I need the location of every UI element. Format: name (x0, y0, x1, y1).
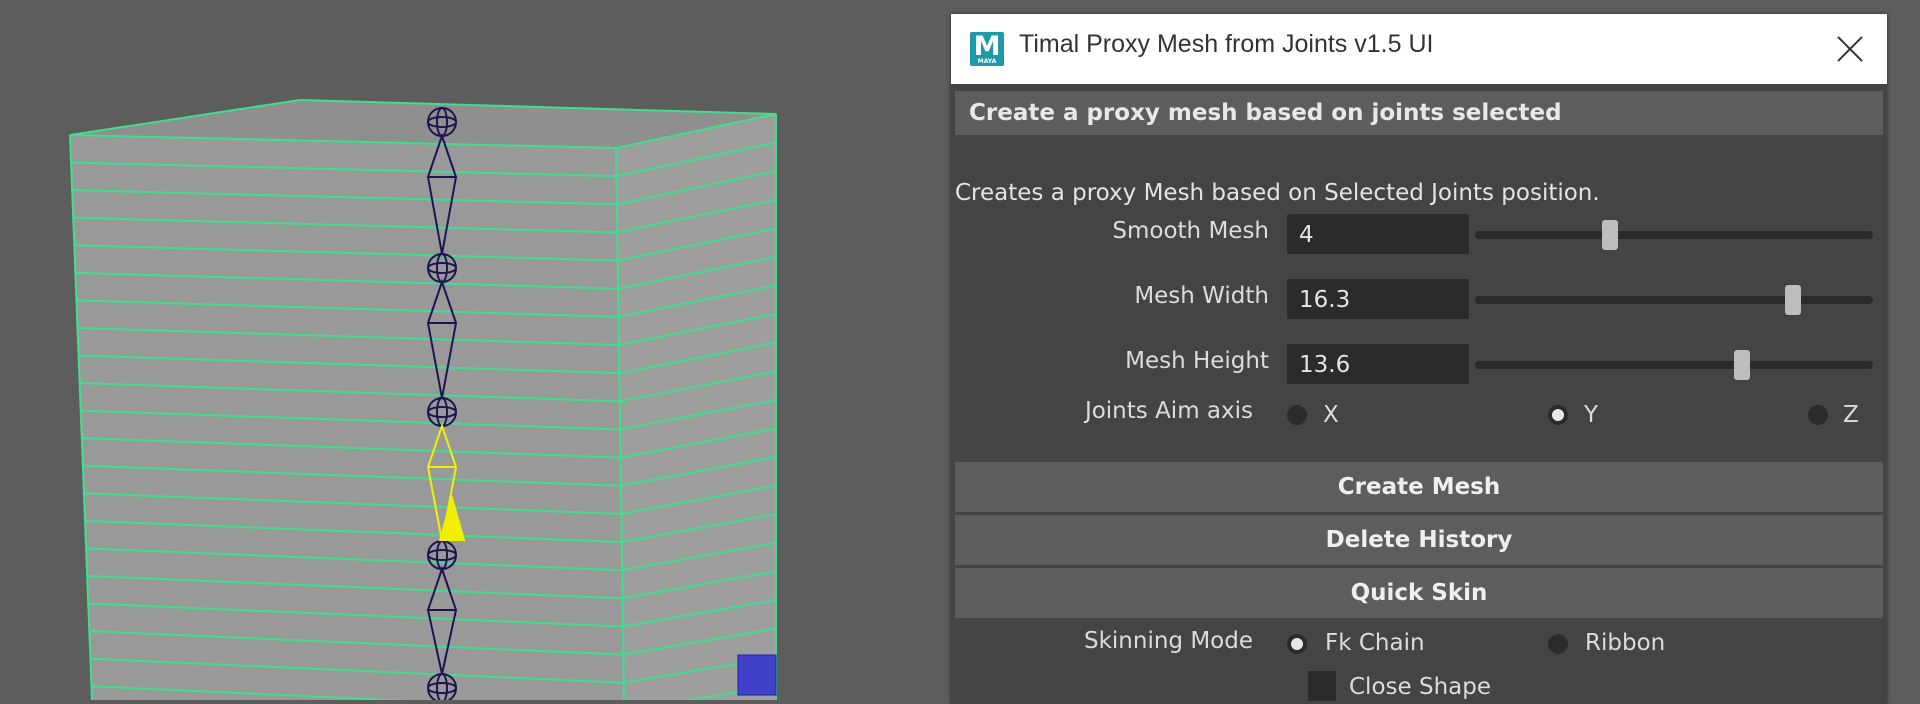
section-header[interactable]: Create a proxy mesh based on joints sele… (955, 91, 1883, 135)
mesh-height-label: Mesh Height (1125, 348, 1269, 374)
mesh-height-slider-handle[interactable] (1733, 350, 1750, 380)
aim-axis-z-label[interactable]: Z (1843, 402, 1859, 428)
smooth-mesh-label: Smooth Mesh (1112, 218, 1269, 244)
aim-axis-x-label[interactable]: X (1323, 402, 1339, 428)
skinning-mode-label: Skinning Mode (1083, 628, 1253, 654)
window-title: Timal Proxy Mesh from Joints v1.5 UI (1019, 30, 1434, 58)
aim-axis-y-radio[interactable] (1548, 405, 1568, 425)
skinning-fk-chain-radio[interactable] (1287, 634, 1307, 654)
aim-axis-z-radio[interactable] (1808, 405, 1828, 425)
mesh-width-label: Mesh Width (1134, 283, 1269, 309)
aim-axis-label: Joints Aim axis (1084, 398, 1253, 424)
close-shape-checkbox[interactable] (1308, 671, 1336, 701)
mesh-height-input[interactable]: 13.6 (1287, 344, 1469, 384)
smooth-mesh-slider-handle[interactable] (1602, 220, 1619, 250)
manipulator-handle (737, 654, 777, 696)
quick-skin-button[interactable]: Quick Skin (955, 568, 1883, 618)
close-shape-label[interactable]: Close Shape (1349, 674, 1491, 700)
viewport-scene (69, 99, 777, 700)
smooth-mesh-slider[interactable] (1475, 220, 1873, 250)
mesh-width-slider-handle[interactable] (1785, 285, 1802, 315)
tool-window: M MAYA Timal Proxy Mesh from Joints v1.5… (951, 14, 1887, 704)
mesh-width-slider[interactable] (1475, 285, 1873, 315)
create-mesh-button[interactable]: Create Mesh (955, 462, 1883, 512)
viewport[interactable] (0, 0, 950, 700)
aim-axis-x-radio[interactable] (1287, 405, 1307, 425)
logo-caption: MAYA (977, 58, 997, 65)
aim-axis-y-label[interactable]: Y (1584, 402, 1598, 428)
close-icon[interactable] (1831, 30, 1869, 68)
title-bar[interactable]: M MAYA Timal Proxy Mesh from Joints v1.5… (951, 14, 1887, 84)
skinning-ribbon-label[interactable]: Ribbon (1585, 630, 1665, 656)
skinning-ribbon-radio[interactable] (1548, 634, 1568, 654)
delete-history-button[interactable]: Delete History (955, 515, 1883, 565)
mesh-height-slider[interactable] (1475, 350, 1873, 380)
maya-logo: M MAYA (970, 32, 1004, 66)
description-text: Creates a proxy Mesh based on Selected J… (955, 180, 1600, 206)
mesh-width-input[interactable]: 16.3 (1287, 279, 1469, 319)
mesh-side-face (616, 114, 776, 700)
smooth-mesh-input[interactable]: 4 (1287, 214, 1469, 254)
skinning-fk-chain-label[interactable]: Fk Chain (1325, 630, 1425, 656)
